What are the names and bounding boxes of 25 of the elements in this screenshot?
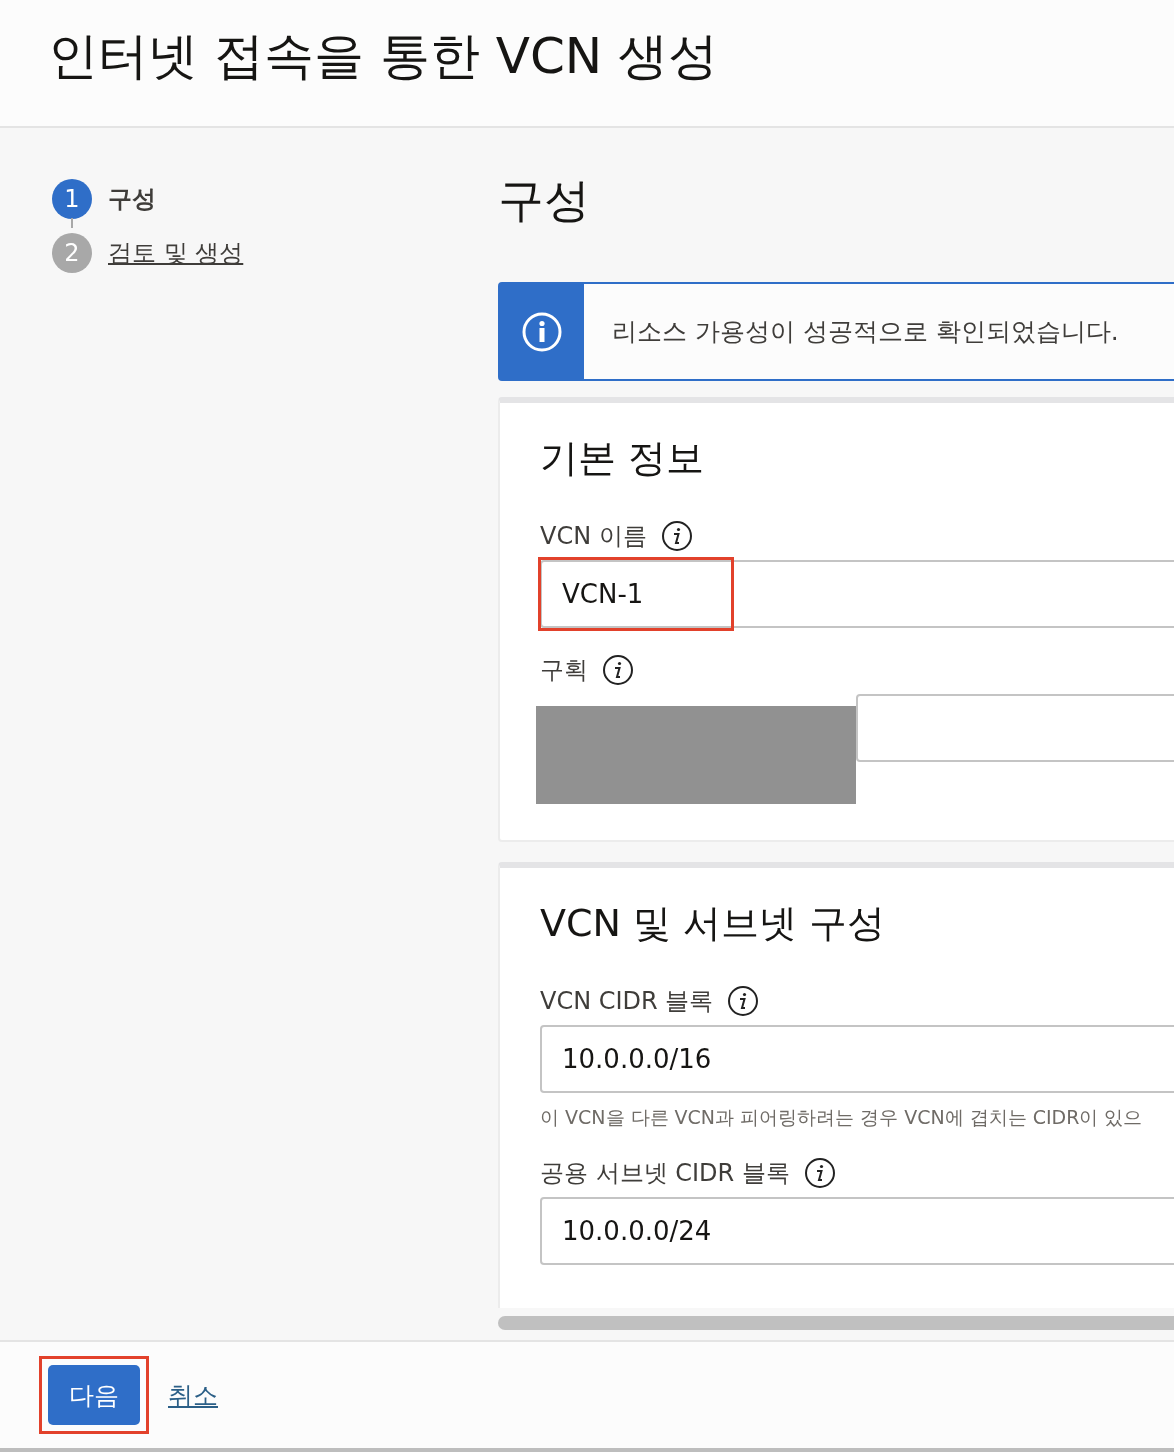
field-label: VCN 이름 [540,521,647,552]
field-label: VCN CIDR 블록 [540,986,714,1017]
info-icon[interactable] [727,985,760,1017]
field-label: 공용 서브넷 CIDR 블록 [540,1158,790,1189]
cancel-link[interactable]: 취소 [168,1378,218,1412]
next-button[interactable]: 다음 [48,1365,140,1425]
banner-message: 리소스 가용성이 성공적으로 확인되었습니다. [612,316,1119,348]
step-number: 1 [52,179,92,219]
field-label: 구획 [540,655,588,686]
step-number: 2 [52,233,92,273]
section-title: 구성 [498,172,591,229]
info-icon[interactable] [803,1157,836,1189]
page-title: 인터넷 접속을 통한 VCN 생성 [48,25,719,87]
scrollbar[interactable] [498,1316,1174,1330]
text-input[interactable]: 10.0.0.0/24 [540,1197,1174,1265]
info-icon [521,310,563,353]
help-text: 이 VCN을 다른 VCN과 피어링하려는 경우 VCN에 겹치는 CIDR이 있으 [540,1105,1144,1130]
step-label: 구성 [108,184,156,215]
card-title: 기본 정보 [540,435,706,482]
text-input[interactable]: VCN-1 [540,560,1174,628]
card-title: VCN 및 서브넷 구성 [540,900,887,947]
info-icon[interactable] [602,654,634,686]
step-link[interactable]: 검토 및 생성 [108,237,244,269]
text-input[interactable]: 10.0.0.0/16 [540,1025,1174,1093]
info-icon[interactable] [660,520,693,552]
